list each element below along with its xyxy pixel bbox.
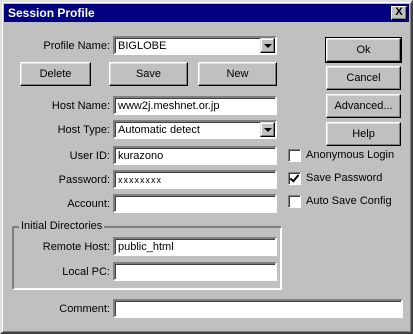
check-icon[interactable] [288, 172, 301, 185]
session-profile-dialog: Session Profile X Profile Name: BIGLOBE … [0, 0, 413, 334]
host-type-label: Host Type: [57, 124, 110, 136]
remote-host-value: public_html [118, 241, 174, 253]
auto-save-config-label: Auto Save Config [306, 195, 392, 207]
title-bar[interactable]: Session Profile X [4, 4, 409, 22]
anonymous-login-label: Anonymous Login [306, 149, 395, 161]
user-id-value: kurazono [118, 150, 164, 162]
save-password-label: Save Password [306, 172, 383, 184]
comment-label: Comment: [59, 303, 110, 315]
user-id-field[interactable]: kurazono [113, 146, 277, 165]
chevron-down-icon[interactable] [260, 38, 275, 53]
chevron-down-icon[interactable] [260, 122, 275, 137]
ok-button-label: Ok [356, 44, 371, 56]
comment-field[interactable] [113, 299, 403, 318]
profile-name-label: Profile Name: [43, 40, 110, 52]
window-title: Session Profile [8, 6, 95, 20]
host-type-value: Automatic detect [118, 124, 200, 136]
password-field[interactable]: xxxxxxxx [113, 170, 277, 189]
auto-save-config-box[interactable] [288, 195, 301, 208]
new-button-label: New [226, 68, 249, 80]
advanced-button-label: Advanced... [334, 100, 393, 112]
cancel-button-label: Cancel [346, 72, 381, 84]
save-button[interactable]: Save [109, 62, 188, 86]
user-id-label: User ID: [69, 150, 110, 162]
password-value: xxxxxxxx [118, 175, 162, 185]
profile-name-combo[interactable]: BIGLOBE [113, 36, 277, 55]
close-button[interactable]: X [391, 6, 407, 20]
host-name-field[interactable]: www2j.meshnet.or.jp [113, 96, 277, 115]
delete-button-label: Delete [39, 68, 72, 80]
help-button-label: Help [352, 128, 375, 140]
host-name-value: www2j.meshnet.or.jp [118, 100, 220, 112]
close-icon: X [395, 6, 403, 18]
ok-button[interactable]: Ok [325, 37, 402, 63]
initial-directories-title: Initial Directories [19, 220, 105, 232]
delete-button[interactable]: Delete [20, 62, 91, 86]
profile-name-value: BIGLOBE [118, 40, 167, 52]
local-pc-field[interactable] [113, 262, 277, 281]
host-type-combo[interactable]: Automatic detect [113, 120, 277, 139]
anonymous-login-box[interactable] [288, 149, 301, 162]
account-field[interactable] [113, 194, 277, 213]
local-pc-label: Local PC: [62, 266, 110, 278]
help-button[interactable]: Help [326, 122, 401, 146]
cancel-button[interactable]: Cancel [326, 66, 401, 90]
save-button-label: Save [135, 68, 162, 80]
account-label: Account: [67, 198, 110, 210]
remote-host-label: Remote Host: [42, 241, 110, 253]
password-label: Password: [58, 174, 110, 186]
new-button[interactable]: New [198, 62, 277, 86]
advanced-button[interactable]: Advanced... [326, 94, 401, 118]
host-name-label: Host Name: [51, 100, 110, 112]
remote-host-field[interactable]: public_html [113, 237, 277, 256]
